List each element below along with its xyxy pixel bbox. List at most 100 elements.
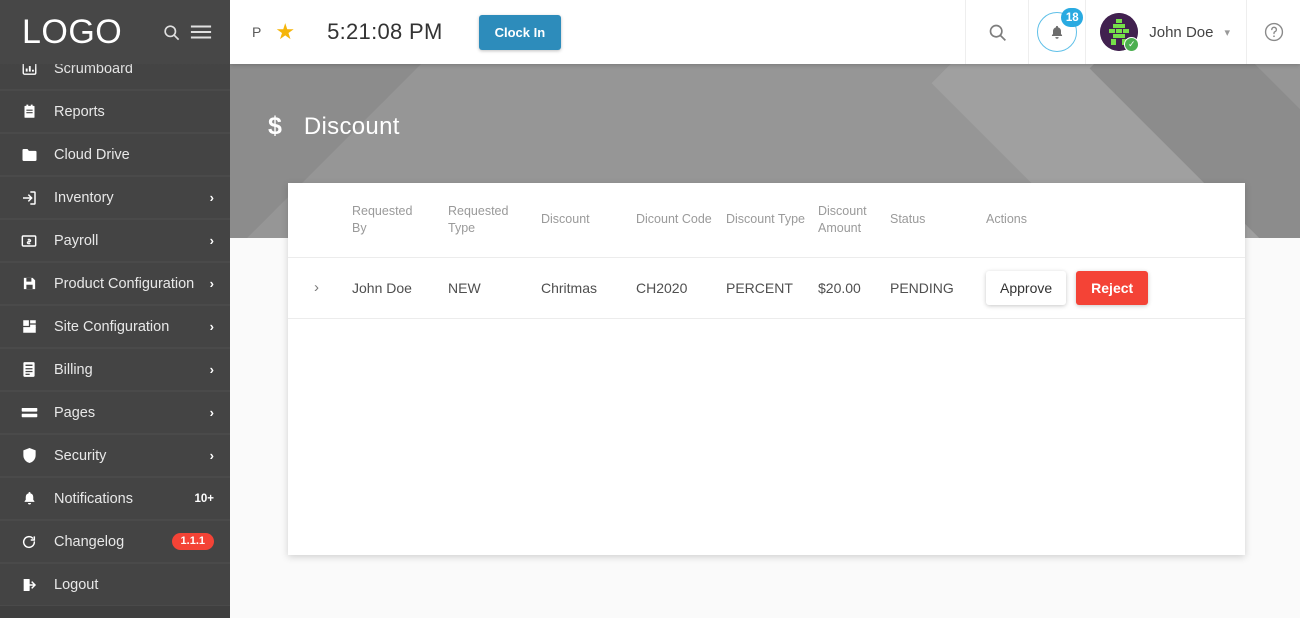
top-header-bar: P ★ 5:21:08 PM Clock In 18 ✓ John Doe ▾: [230, 0, 1300, 64]
cell-discount-code: CH2020: [636, 257, 726, 319]
shield-icon: [18, 447, 40, 465]
table-head: Requested By Requested Type Discount Dic…: [288, 183, 1245, 258]
cell-requested-type: NEW: [448, 257, 541, 319]
search-icon[interactable]: [156, 17, 186, 47]
chevron-right-icon: ›: [209, 276, 214, 291]
chevron-right-icon: ›: [209, 362, 214, 377]
project-letter: P: [252, 24, 262, 40]
row-expand-cell: ›: [288, 257, 352, 319]
header-discount-amount: Discount Amount: [818, 183, 890, 258]
header-status: Status: [890, 183, 986, 258]
sidebar-item-site-configuration[interactable]: Site Configuration ›: [0, 305, 230, 348]
sidebar-item-cloud-drive[interactable]: Cloud Drive: [0, 133, 230, 176]
header-actions: Actions: [986, 183, 1245, 258]
sidebar-item-label: Logout: [54, 576, 99, 593]
sidebar-item-label: Inventory: [54, 189, 114, 206]
header-discount-amount-label: Discount Amount: [818, 204, 867, 235]
sidebar-item-product-configuration[interactable]: Product Configuration ›: [0, 262, 230, 305]
header-discount-label: Discount: [541, 212, 590, 227]
sidebar-item-inventory[interactable]: Inventory ›: [0, 176, 230, 219]
sidebar-logo-header: LOGO: [0, 0, 230, 64]
user-name: John Doe: [1149, 23, 1214, 41]
clock-time: 5:21:08 PM: [327, 19, 443, 44]
discount-table-card: Requested By Requested Type Discount Dic…: [288, 183, 1245, 555]
sidebar-item-label: Changelog: [54, 533, 125, 550]
sidebar-item-billing[interactable]: Billing ›: [0, 348, 230, 391]
avatar: ✓: [1100, 13, 1140, 52]
sidebar-item-label: Payroll: [54, 232, 99, 249]
header-requested-type: Requested Type: [448, 183, 541, 258]
sidebar-item-payroll[interactable]: Payroll ›: [0, 219, 230, 262]
invoice-icon: [18, 361, 40, 379]
folder-icon: [18, 146, 40, 164]
header-discount-type-label: Discount Type: [726, 212, 805, 227]
sidebar-item-label: Cloud Drive: [54, 146, 130, 163]
app-root: LOGO Scrumboard Reports Cloud Drive Invento…: [0, 0, 1300, 618]
sidebar-item-notifications[interactable]: Notifications 10+: [0, 477, 230, 520]
table-header-row: Requested By Requested Type Discount Dic…: [288, 183, 1245, 258]
sidebar-item-logout[interactable]: Logout: [0, 563, 230, 606]
chevron-right-icon: ›: [209, 405, 214, 420]
table-body: › John Doe NEW Chritmas CH2020 PERCENT $20.00 P…: [288, 257, 1245, 319]
chevron-right-icon: ›: [209, 190, 214, 205]
layout-grid-icon: [18, 318, 40, 336]
logo-text: LOGO: [22, 13, 123, 51]
chevron-right-icon: ›: [209, 233, 214, 248]
bell-icon: [18, 490, 40, 508]
star-icon[interactable]: ★: [275, 21, 295, 43]
header-discount: Discount: [541, 183, 636, 258]
sidebar-item-changelog[interactable]: Changelog 1.1.1: [0, 520, 230, 563]
header-discount-code: Dicount Code: [636, 183, 726, 258]
clipboard-icon: [18, 103, 40, 121]
sidebar-item-pages[interactable]: Pages ›: [0, 391, 230, 434]
approve-button[interactable]: Approve: [986, 270, 1067, 305]
user-menu-button[interactable]: ✓ John Doe ▾: [1085, 0, 1246, 64]
verified-check-icon: ✓: [1124, 37, 1140, 52]
money-card-icon: [18, 232, 40, 250]
sidebar-item-security[interactable]: Security ›: [0, 434, 230, 477]
header-search-button[interactable]: [965, 0, 1028, 64]
header-requested-by-label: Requested By: [352, 204, 413, 235]
notifications-button[interactable]: 18: [1028, 0, 1085, 64]
banner-title-group: $ Discount: [268, 112, 400, 141]
clock-in-button[interactable]: Clock In: [478, 14, 562, 50]
bell-wrapper: 18: [1037, 8, 1084, 52]
cell-discount-amount: $20.00: [818, 257, 890, 319]
sidebar: LOGO Scrumboard Reports Cloud Drive Invento…: [0, 0, 230, 618]
login-arrow-icon: [18, 189, 40, 207]
sidebar-item-reports[interactable]: Reports: [0, 90, 230, 133]
cell-discount-type: PERCENT: [726, 257, 818, 319]
help-button[interactable]: [1246, 0, 1300, 64]
chevron-down-icon: ▾: [1224, 26, 1230, 39]
pages-lines-icon: [18, 404, 40, 422]
content-area: $ Discount Requested By Requested Type D…: [230, 64, 1300, 618]
reject-button[interactable]: Reject: [1076, 270, 1149, 305]
sidebar-item-label: Reports: [54, 103, 105, 120]
sidebar-item-label: Product Configuration: [54, 275, 195, 292]
sidebar-item-label: Security: [54, 447, 107, 464]
sidebar-item-label: Notifications: [54, 490, 133, 507]
sidebar-item-label: Site Configuration: [54, 318, 170, 335]
header-actions-label: Actions: [986, 212, 1027, 227]
chevron-right-icon: ›: [209, 448, 214, 463]
dollar-icon: $: [268, 112, 282, 140]
refresh-icon: [18, 533, 40, 551]
header-requested-by: Requested By: [352, 183, 448, 258]
cell-status: PENDING: [890, 257, 986, 319]
save-disk-icon: [18, 275, 40, 293]
page-title: Discount: [303, 112, 400, 140]
cell-requested-by: John Doe: [352, 257, 448, 319]
header-requested-type-label: Requested Type: [448, 204, 509, 235]
header-status-label: Status: [890, 212, 926, 227]
chevron-right-icon: ›: [209, 319, 214, 334]
topbar-left-group: P ★ 5:21:08 PM Clock In: [230, 14, 562, 50]
header-expand: [288, 183, 352, 258]
header-discount-code-label: Dicount Code: [636, 212, 712, 227]
table-row: › John Doe NEW Chritmas CH2020 PERCENT $20.00 P…: [288, 257, 1245, 319]
discount-table: Requested By Requested Type Discount Dic…: [288, 183, 1245, 319]
chevron-right-icon[interactable]: ›: [314, 279, 319, 296]
logout-arrow-icon: [18, 576, 40, 594]
header-discount-type: Discount Type: [726, 183, 818, 258]
hamburger-menu-icon[interactable]: [186, 17, 216, 47]
sidebar-item-count: 10+: [194, 492, 214, 505]
